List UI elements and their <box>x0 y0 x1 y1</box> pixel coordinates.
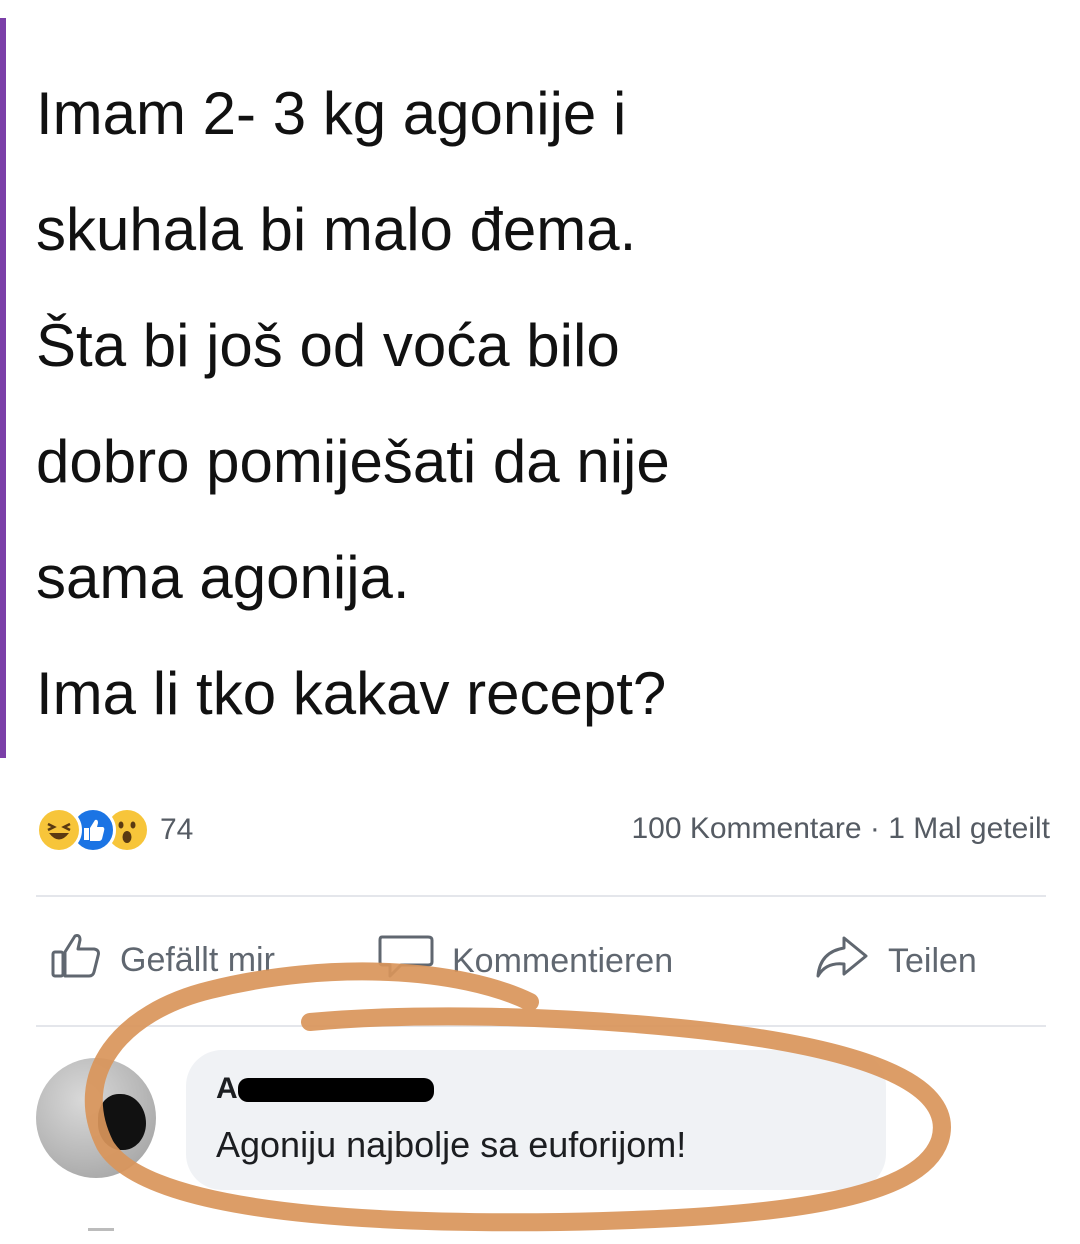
facebook-post-screenshot: Imam 2- 3 kg agonije i skuhala bi malo đ… <box>0 0 1080 1244</box>
comment-label: Kommentieren <box>452 942 674 980</box>
post-text: Imam 2- 3 kg agonije i skuhala bi malo đ… <box>36 56 1056 752</box>
haha-icon <box>36 807 82 853</box>
like-button[interactable]: Gefällt mir <box>50 932 275 989</box>
share-label: Teilen <box>888 942 977 980</box>
post-line: Šta bi još od voća bilo <box>36 312 620 379</box>
post-line: dobro pomiješati da nije <box>36 428 670 495</box>
thumbs-up-icon <box>50 932 120 989</box>
divider <box>36 895 1046 897</box>
share-button[interactable]: Teilen <box>812 932 977 991</box>
comment-bubble: A Agoniju najbolje sa euforijom! <box>186 1050 886 1190</box>
avatar[interactable] <box>36 1058 156 1178</box>
comment-button[interactable]: Kommentieren <box>376 932 673 991</box>
divider <box>88 1228 114 1231</box>
comment-text: Agoniju najbolje sa euforijom! <box>216 1124 687 1165</box>
post-line: sama agonija. <box>36 544 410 611</box>
comment: A Agoniju najbolje sa euforijom! <box>36 1050 1046 1200</box>
name-redaction-mark <box>238 1078 434 1102</box>
post-line: Imam 2- 3 kg agonije i <box>36 80 627 147</box>
comments-shares-count[interactable]: 100 Kommentare · 1 Mal geteilt <box>631 812 1050 846</box>
commenter-name[interactable]: A <box>216 1072 238 1106</box>
share-arrow-icon <box>812 932 888 991</box>
left-accent-bar <box>0 18 6 758</box>
post-stats: 74 100 Kommentare · 1 Mal geteilt <box>36 800 1050 860</box>
divider <box>36 1025 1046 1027</box>
reactions-summary[interactable]: 74 <box>36 806 193 854</box>
post-actions: Gefällt mir Kommentieren Teilen <box>36 920 1046 1000</box>
reaction-count: 74 <box>160 813 194 846</box>
post-line: skuhala bi malo đema. <box>36 196 637 263</box>
comment-icon <box>376 932 452 991</box>
post-line: Ima li tko kakav recept? <box>36 660 667 727</box>
like-label: Gefällt mir <box>120 941 275 979</box>
avatar-redaction <box>98 1094 146 1150</box>
